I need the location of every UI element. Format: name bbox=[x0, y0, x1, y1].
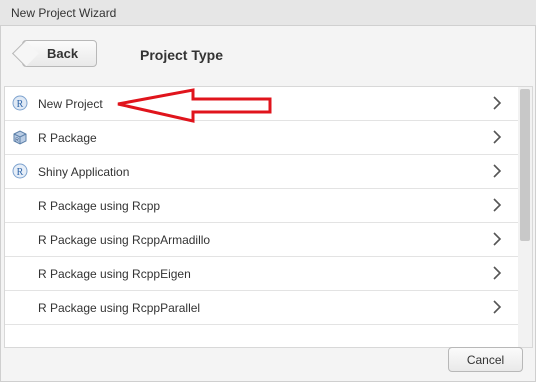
list-item-shiny-application[interactable]: R Shiny Application bbox=[5, 155, 518, 189]
page-title: Project Type bbox=[140, 47, 223, 63]
cancel-button-label: Cancel bbox=[466, 352, 505, 367]
list-item-r-package-rcppeigen[interactable]: R Package using RcppEigen bbox=[5, 257, 518, 291]
new-project-dialog: Back Project Type R New Project R R Pack… bbox=[0, 26, 536, 382]
window-titlebar: New Project Wizard bbox=[0, 0, 536, 26]
svg-text:R: R bbox=[15, 138, 19, 144]
list-item-label: R Package using Rcpp bbox=[38, 199, 161, 213]
window-title: New Project Wizard bbox=[11, 6, 117, 20]
list-scrollbar[interactable] bbox=[518, 87, 532, 347]
list-item-label: R Package using RcppArmadillo bbox=[38, 233, 211, 247]
r-project-icon: R bbox=[12, 95, 28, 111]
back-button[interactable]: Back bbox=[22, 40, 97, 67]
chevron-right-icon bbox=[493, 266, 502, 280]
chevron-right-icon bbox=[493, 300, 502, 314]
chevron-right-icon bbox=[493, 96, 502, 110]
list-item-r-package-rcppparallel[interactable]: R Package using RcppParallel bbox=[5, 291, 518, 325]
project-type-list: R New Project R R Package R Shiny Applic… bbox=[4, 86, 533, 348]
chevron-right-icon bbox=[493, 198, 502, 212]
list-item-new-project[interactable]: R New Project bbox=[5, 87, 518, 121]
scrollbar-thumb[interactable] bbox=[520, 89, 530, 241]
list-item-label: R Package bbox=[38, 131, 97, 145]
back-button-label: Back bbox=[47, 46, 79, 61]
list-item-label: New Project bbox=[38, 97, 103, 111]
list-item-partial[interactable] bbox=[5, 325, 518, 347]
shiny-app-icon: R bbox=[12, 163, 28, 179]
list-item-label: R Package using RcppEigen bbox=[38, 267, 191, 281]
svg-text:R: R bbox=[17, 167, 24, 178]
chevron-right-icon bbox=[493, 130, 502, 144]
list-item-r-package[interactable]: R R Package bbox=[5, 121, 518, 155]
chevron-right-icon bbox=[493, 232, 502, 246]
list-item-label: R Package using RcppParallel bbox=[38, 301, 201, 315]
list-item-label: Shiny Application bbox=[38, 165, 130, 179]
r-package-icon: R bbox=[13, 130, 27, 145]
svg-text:R: R bbox=[17, 99, 24, 110]
cancel-button[interactable]: Cancel bbox=[448, 347, 523, 372]
list-item-r-package-rcpp[interactable]: R Package using Rcpp bbox=[5, 189, 518, 223]
list-item-r-package-rcpparmadillo[interactable]: R Package using RcppArmadillo bbox=[5, 223, 518, 257]
chevron-right-icon bbox=[493, 164, 502, 178]
